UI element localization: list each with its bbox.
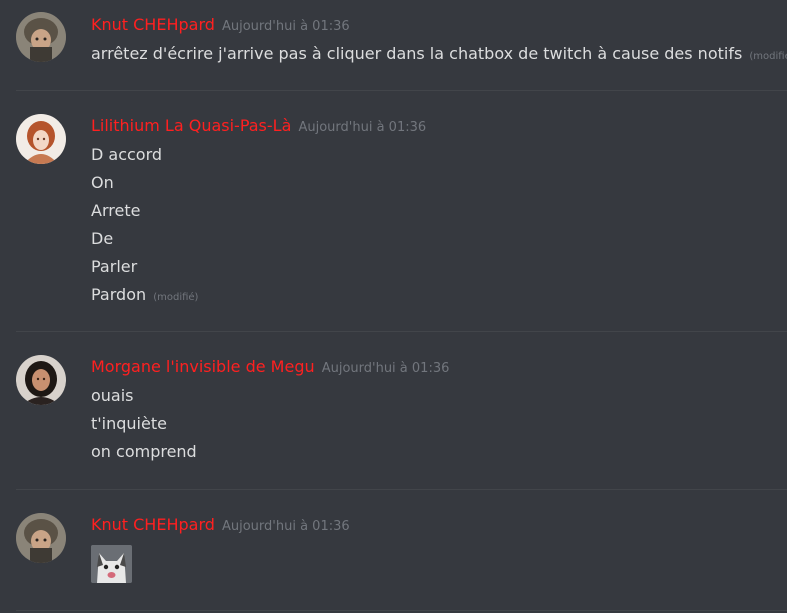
- timestamp: Aujourd'hui à 01:36: [321, 361, 450, 376]
- divider: [16, 331, 787, 332]
- message-text: Pardon (modifié): [91, 285, 198, 304]
- avatar-image: [16, 12, 66, 62]
- message-text: ouais: [91, 386, 134, 405]
- message-text: Parler: [91, 257, 137, 276]
- username[interactable]: Lilithium La Quasi-Pas-Là: [91, 116, 291, 135]
- message-content: arrêtez d'écrire j'arrive pas à cliquer …: [91, 44, 743, 63]
- avatar-image: [16, 114, 66, 164]
- message-text: t'inquiète: [91, 414, 167, 433]
- message-header: Morgane l'invisible de Megu Aujourd'hui …: [91, 357, 449, 379]
- message-content: ouais: [91, 386, 134, 405]
- avatar[interactable]: [16, 355, 66, 405]
- divider: [16, 90, 787, 91]
- avatar[interactable]: [16, 12, 66, 62]
- timestamp: Aujourd'hui à 01:36: [298, 120, 427, 135]
- avatar[interactable]: [16, 513, 66, 563]
- message-content: Parler: [91, 257, 138, 276]
- message-text: D accord: [91, 145, 162, 164]
- message-header: Knut CHEHpard Aujourd'hui à 01:36: [91, 15, 350, 37]
- message-content: Arrete: [91, 201, 141, 220]
- username[interactable]: Knut CHEHpard: [91, 515, 215, 534]
- message-content: t'inquiète: [91, 414, 167, 433]
- divider: [16, 489, 787, 490]
- message-content: D accord: [91, 145, 163, 164]
- message-content: on comprend: [91, 442, 197, 461]
- username[interactable]: Knut CHEHpard: [91, 15, 215, 34]
- message-text: arrêtez d'écrire j'arrive pas à cliquer …: [91, 44, 787, 63]
- username[interactable]: Morgane l'invisible de Megu: [91, 357, 315, 376]
- cat-image: [91, 545, 132, 583]
- message-text: Arrete: [91, 201, 140, 220]
- chat-message-list: Knut CHEHpard Aujourd'hui à 01:36 arrête…: [0, 0, 787, 613]
- divider: [16, 610, 787, 611]
- message-text: De: [91, 229, 113, 248]
- timestamp: Aujourd'hui à 01:36: [221, 19, 350, 34]
- edited-label: (modifié): [749, 51, 787, 62]
- message-content: On: [91, 173, 114, 192]
- avatar-image: [16, 355, 66, 405]
- image-attachment[interactable]: [91, 545, 132, 583]
- message-content: Pardon: [91, 285, 147, 304]
- timestamp: Aujourd'hui à 01:36: [221, 519, 350, 534]
- message-header: Knut CHEHpard Aujourd'hui à 01:36: [91, 515, 350, 537]
- avatar-image: [16, 513, 66, 563]
- edited-label: (modifié): [153, 292, 199, 303]
- message-text: On: [91, 173, 114, 192]
- message-text: on comprend: [91, 442, 197, 461]
- message-header: Lilithium La Quasi-Pas-Là Aujourd'hui à …: [91, 116, 426, 138]
- message-content: De: [91, 229, 114, 248]
- avatar[interactable]: [16, 114, 66, 164]
